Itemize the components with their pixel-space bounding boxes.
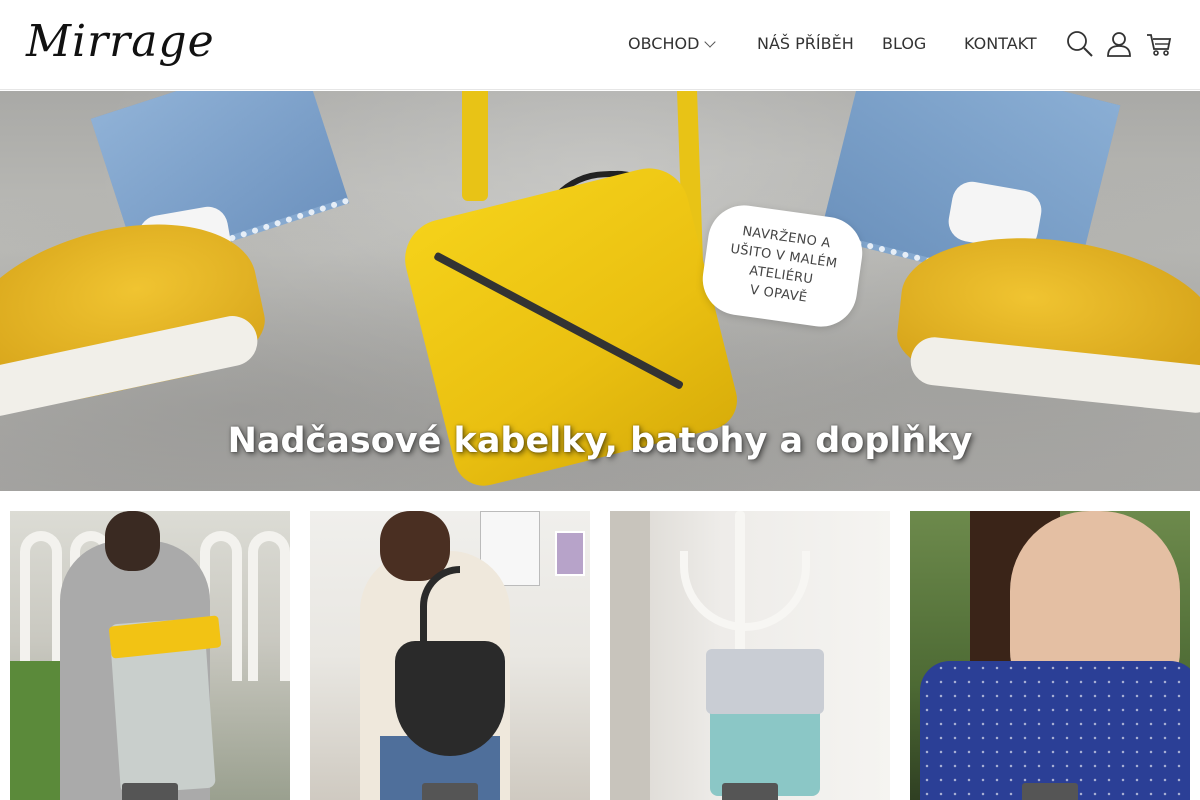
hero-badge-text: NAVRŽENO A UŠITO V MALÉM ATELIÉRU V OPAV… bbox=[729, 224, 839, 306]
category-label[interactable] bbox=[122, 783, 178, 800]
category-grid bbox=[0, 511, 1200, 800]
card-photo-curtain bbox=[610, 511, 650, 800]
nav-label-obchod: OBCHOD bbox=[628, 34, 700, 53]
hero-photo-bag-strap bbox=[462, 91, 488, 201]
nav-label-kontakt: KONTAKT bbox=[964, 34, 1037, 53]
category-card[interactable] bbox=[910, 511, 1190, 800]
category-label[interactable] bbox=[422, 783, 478, 800]
card-photo-backpack-flap bbox=[706, 649, 824, 714]
site-header: Mirrage OBCHOD NÁŠ PŘÍBĚH BLOG KONTAKT bbox=[0, 0, 1200, 90]
card-photo-coat-hooks bbox=[680, 551, 810, 631]
hero-title: Nadčasové kabelky, batohy a doplňky bbox=[227, 421, 973, 461]
hero-badge: NAVRŽENO A UŠITO V MALÉM ATELIÉRU V OPAV… bbox=[698, 200, 867, 332]
nav-item-blog[interactable]: BLOG bbox=[882, 34, 926, 53]
nav-label-blog: BLOG bbox=[882, 34, 927, 53]
card-photo-grass bbox=[10, 661, 60, 800]
nav-label-nas-pribeh: NÁŠ PŘÍBĚH bbox=[757, 34, 854, 53]
card-photo-black-bag bbox=[395, 641, 505, 756]
hero-banner: NAVRŽENO A UŠITO V MALÉM ATELIÉRU V OPAV… bbox=[0, 91, 1200, 491]
nav-item-kontakt[interactable]: KONTAKT bbox=[964, 34, 1037, 53]
card-photo-hair bbox=[105, 511, 160, 571]
card-photo-wall-picture bbox=[555, 531, 585, 576]
category-card[interactable] bbox=[10, 511, 290, 800]
cart-icon[interactable] bbox=[1145, 30, 1173, 58]
category-label[interactable] bbox=[722, 783, 778, 800]
search-icon[interactable] bbox=[1066, 30, 1094, 58]
chevron-down-icon bbox=[704, 35, 717, 48]
nav-item-obchod[interactable]: OBCHOD bbox=[628, 34, 717, 53]
category-label[interactable] bbox=[1022, 783, 1078, 800]
card-photo-arch bbox=[248, 531, 290, 681]
category-card[interactable] bbox=[310, 511, 590, 800]
card-photo-scarf bbox=[920, 661, 1190, 800]
nav-item-nas-pribeh[interactable]: NÁŠ PŘÍBĚH bbox=[757, 34, 854, 53]
logo[interactable]: Mirrage bbox=[26, 12, 214, 78]
user-icon[interactable] bbox=[1105, 30, 1133, 58]
category-card[interactable] bbox=[610, 511, 890, 800]
card-photo-arch bbox=[20, 531, 62, 681]
